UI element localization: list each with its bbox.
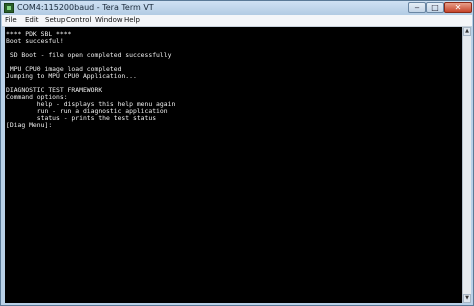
- menu-help[interactable]: Help: [124, 15, 140, 26]
- minimize-button[interactable]: ‒: [408, 2, 426, 13]
- minimize-icon: ‒: [414, 3, 420, 12]
- close-icon: ✕: [454, 3, 462, 12]
- menu-control[interactable]: Control: [66, 15, 91, 26]
- terminal-output[interactable]: **** PDK SBL **** Boot succesful! SD Boo…: [5, 27, 462, 303]
- menu-window[interactable]: Window: [95, 15, 123, 26]
- window-title: COM4:115200baud - Tera Term VT: [17, 3, 154, 12]
- vertical-scrollbar[interactable]: ▲ ▼: [462, 27, 471, 303]
- menu-file[interactable]: File: [5, 15, 17, 26]
- terminal-line: SD Boot - file open completed successful…: [6, 51, 172, 59]
- tera-term-app-icon[interactable]: [4, 3, 14, 13]
- terminal-window: COM4:115200baud - Tera Term VT ‒ □ ✕ Fil…: [0, 0, 474, 306]
- terminal-line: Boot succesful!: [6, 37, 64, 45]
- maximize-button[interactable]: □: [426, 2, 444, 13]
- menu-edit[interactable]: Edit: [25, 15, 39, 26]
- menu-bar: File Edit Setup Control Window Help: [2, 15, 472, 27]
- scroll-down-button[interactable]: ▼: [463, 294, 471, 303]
- menu-setup[interactable]: Setup: [45, 15, 65, 26]
- terminal-prompt: [Diag Menu]:: [6, 121, 53, 129]
- scroll-down-arrow-icon: ▼: [465, 295, 469, 301]
- terminal-line: Jumping to MPU CPU0 Application...: [6, 72, 137, 80]
- close-button[interactable]: ✕: [444, 2, 472, 13]
- title-bar[interactable]: COM4:115200baud - Tera Term VT ‒ □ ✕: [1, 1, 473, 15]
- scroll-up-arrow-icon: ▲: [465, 28, 469, 34]
- maximize-icon: □: [431, 3, 439, 12]
- scroll-up-button[interactable]: ▲: [463, 27, 471, 36]
